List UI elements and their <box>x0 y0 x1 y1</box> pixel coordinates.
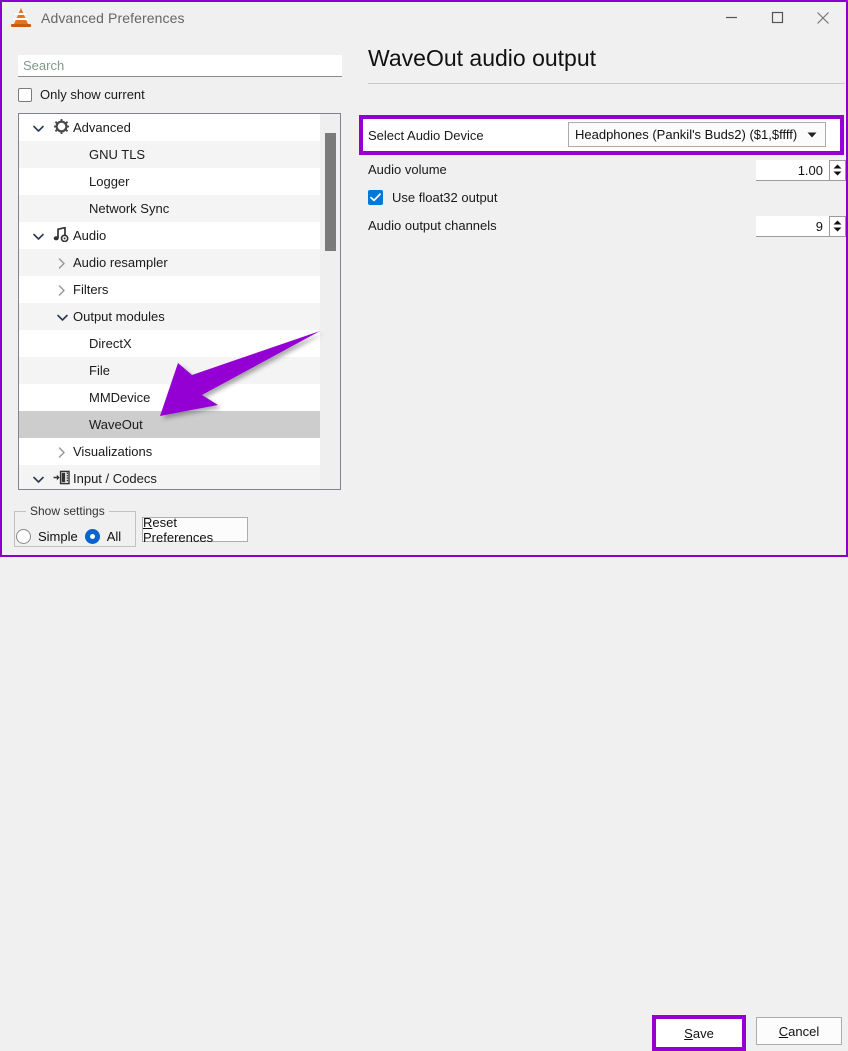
chevron-down-icon <box>805 127 819 142</box>
audio-output-channels-value: 9 <box>815 218 823 234</box>
tree-item-audio[interactable]: Audio <box>19 222 321 249</box>
show-settings-label: Show settings <box>26 504 109 518</box>
caret-down-icon <box>833 227 842 232</box>
tree-item-advanced[interactable]: Advanced <box>19 114 321 141</box>
maximize-button[interactable] <box>754 2 800 33</box>
reset-preferences-button[interactable]: Reset Preferences <box>142 514 248 545</box>
gear-icon <box>49 118 73 137</box>
show-settings-radios: Simple All <box>16 529 121 544</box>
tree-item-label: Logger <box>89 174 130 189</box>
tree-item-label: Output modules <box>73 309 165 324</box>
tree-item-input-codecs[interactable]: Input / Codecs <box>19 465 321 489</box>
tree-list: Advanced GNU TLS Logger Network Sync Audio Au… <box>19 114 321 489</box>
tree-item-logger[interactable]: Logger <box>19 168 321 195</box>
chevron-down-icon[interactable] <box>27 120 49 135</box>
tree-item-label: DirectX <box>89 336 132 351</box>
tree-item-label: Input / Codecs <box>73 471 157 486</box>
tree-item-waveout[interactable]: WaveOut <box>19 411 321 438</box>
codec-icon <box>49 470 73 488</box>
audio-output-channels-label: Audio output channels <box>368 218 497 233</box>
tree-item-label: MMDevice <box>89 390 151 405</box>
radio-all[interactable] <box>84 529 100 544</box>
tree-item-network-sync[interactable]: Network Sync <box>19 195 321 222</box>
chevron-down-icon[interactable] <box>51 309 73 324</box>
audio-volume-row: Audio volume 1.00 <box>368 159 846 182</box>
tree-item-output-modules[interactable]: Output modules <box>19 303 321 330</box>
tree-scrollbar-thumb[interactable] <box>325 133 336 251</box>
chevron-down-icon[interactable] <box>27 471 49 486</box>
tree-item-audio-resampler[interactable]: Audio resampler <box>19 249 321 276</box>
select-audio-device-dropdown[interactable]: Headphones (Pankil's Buds2) ($1,$ffff) <box>568 122 826 147</box>
select-audio-device-label: Select Audio Device <box>368 127 484 143</box>
tree-item-label: Filters <box>73 282 109 297</box>
use-float32-label: Use float32 output <box>392 190 498 205</box>
search-field-wrapper <box>18 55 342 77</box>
save-label-rest: ave <box>692 1025 714 1041</box>
music-note-icon <box>49 226 73 245</box>
window-controls <box>708 2 846 33</box>
title-divider <box>368 83 845 84</box>
search-input[interactable] <box>18 55 342 77</box>
chevron-right-icon[interactable] <box>51 282 73 297</box>
reset-label-rest: eset Preferences <box>143 514 214 545</box>
tree-item-label: Visualizations <box>73 444 153 459</box>
only-show-current-label: Only show current <box>40 87 145 102</box>
tree-item-label: GNU TLS <box>89 147 146 162</box>
caret-down-icon <box>833 171 842 176</box>
use-float32-checkbox[interactable] <box>368 190 383 205</box>
tree-item-label: Network Sync <box>89 201 170 216</box>
tree-item-label: Audio resampler <box>73 255 168 270</box>
tree-item-label: File <box>89 363 110 378</box>
footer-bar: Show settings Simple All Reset Preferenc… <box>2 503 846 1051</box>
reset-mnemonic: R <box>143 514 153 530</box>
sidebar: Only show current Advanced GNU TLS Logger N… <box>2 33 354 503</box>
save-mnemonic: S <box>684 1025 693 1041</box>
radio-simple[interactable] <box>16 529 31 544</box>
title-bar: Advanced Preferences <box>2 2 846 33</box>
tree-item-label: Advanced <box>73 120 131 135</box>
select-audio-device-value: Headphones (Pankil's Buds2) ($1,$ffff) <box>575 127 798 142</box>
tree-item-filters[interactable]: Filters <box>19 276 321 303</box>
tree-item-mmdevice[interactable]: MMDevice <box>19 384 321 411</box>
audio-volume-value: 1.00 <box>797 162 823 178</box>
preferences-tree[interactable]: Advanced GNU TLS Logger Network Sync Audio Au… <box>18 113 341 490</box>
audio-volume-label: Audio volume <box>368 162 447 177</box>
audio-output-channels-spin-buttons[interactable] <box>829 215 846 237</box>
tree-item-gnu-tls[interactable]: GNU TLS <box>19 141 321 168</box>
advanced-preferences-window: Advanced Preferences Only show current A… <box>0 0 848 1051</box>
tree-item-label: Audio <box>73 228 107 243</box>
cancel-button[interactable]: Cancel <box>756 1017 842 1045</box>
use-float32-row[interactable]: Use float32 output <box>368 190 498 205</box>
radio-all-label: All <box>106 529 122 544</box>
close-button[interactable] <box>800 2 846 33</box>
chevron-down-icon[interactable] <box>27 228 49 243</box>
audio-volume-stepper[interactable]: 1.00 <box>756 159 846 181</box>
tree-item-file[interactable]: File <box>19 357 321 384</box>
tree-item-label: WaveOut <box>89 417 143 432</box>
tree-item-directx[interactable]: DirectX <box>19 330 321 357</box>
tree-scrollbar[interactable] <box>320 114 340 489</box>
vlc-cone-icon <box>10 7 32 29</box>
tree-item-visualizations[interactable]: Visualizations <box>19 438 321 465</box>
caret-up-icon <box>833 164 842 169</box>
minimize-button[interactable] <box>708 2 754 33</box>
chevron-right-icon[interactable] <box>51 255 73 270</box>
main-panel: WaveOut audio output Select Audio Device… <box>354 33 846 503</box>
audio-output-channels-stepper[interactable]: 9 <box>756 215 846 237</box>
page-title: WaveOut audio output <box>368 45 597 71</box>
cancel-label-rest: ancel <box>788 1023 820 1039</box>
cancel-mnemonic: C <box>778 1023 789 1039</box>
caret-up-icon <box>833 220 842 225</box>
radio-simple-label: Simple <box>38 529 78 544</box>
check-icon <box>370 193 381 202</box>
only-show-current-checkbox[interactable] <box>18 87 32 102</box>
save-button[interactable]: Save <box>659 1022 739 1044</box>
audio-output-channels-row: Audio output channels 9 <box>368 215 846 238</box>
only-show-current-row[interactable]: Only show current <box>18 87 145 102</box>
window-title: Advanced Preferences <box>41 9 185 26</box>
audio-volume-spin-buttons[interactable] <box>829 159 846 181</box>
chevron-right-icon[interactable] <box>51 444 73 459</box>
